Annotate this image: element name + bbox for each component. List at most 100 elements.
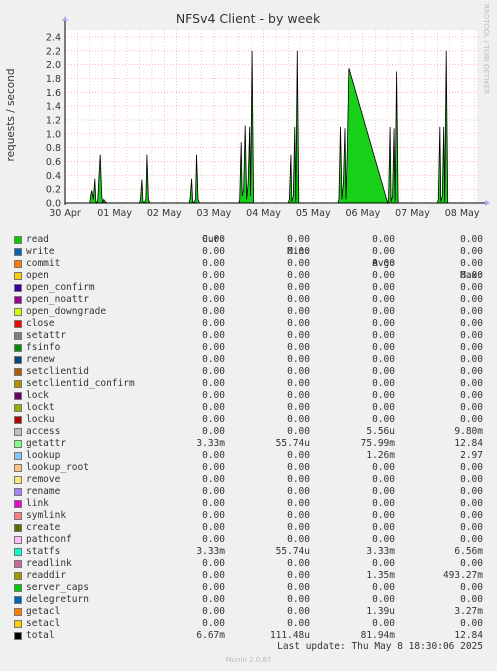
legend-swatch xyxy=(14,608,22,616)
legend-cur: 0.00 xyxy=(202,618,225,629)
legend-avg: 0.00 xyxy=(372,402,395,413)
legend-avg: 0.00 xyxy=(372,594,395,605)
legend-min: 0.00 xyxy=(287,342,310,353)
legend-max: 0.00 xyxy=(460,306,483,317)
rrdtool-credit: RRDTOOL / TOBI OETIKER xyxy=(482,4,490,94)
legend-max: 0.00 xyxy=(460,390,483,401)
legend-cur: 0.00 xyxy=(202,282,225,293)
legend-swatch xyxy=(14,476,22,484)
legend-row-lookup_root: lookup_root 0.00 0.00 0.00 0.00 xyxy=(0,462,497,474)
legend-avg: 0.00 xyxy=(372,498,395,509)
legend-label: lockt xyxy=(26,402,55,413)
legend-swatch xyxy=(14,272,22,280)
legend-swatch xyxy=(14,428,22,436)
legend-swatch xyxy=(14,344,22,352)
legend-max: 0.00 xyxy=(460,522,483,533)
legend-min: 0.00 xyxy=(287,414,310,425)
legend-cur: 0.00 xyxy=(202,582,225,593)
x-tick-label: 07 May xyxy=(395,208,430,219)
legend-label: setclientid xyxy=(26,366,89,377)
legend-swatch xyxy=(14,584,22,592)
legend-swatch xyxy=(14,596,22,604)
legend-max: 0.00 xyxy=(460,234,483,245)
legend-label: open xyxy=(26,270,49,281)
legend-max: 0.00 xyxy=(460,294,483,305)
legend-row-delegreturn: delegreturn 0.00 0.00 0.00 0.00 xyxy=(0,594,497,606)
legend-min: 0.00 xyxy=(287,318,310,329)
legend-label: setclientid_confirm xyxy=(26,378,135,389)
legend-min: 55.74u xyxy=(275,546,310,557)
x-tick-label: 05 May xyxy=(296,208,331,219)
y-axis-label: requests / second xyxy=(5,68,17,161)
legend-cur: 0.00 xyxy=(202,354,225,365)
legend-cur: 0.00 xyxy=(202,258,225,269)
legend-min: 0.00 xyxy=(287,558,310,569)
legend-min: 0.00 xyxy=(287,474,310,485)
legend-avg: 0.00 xyxy=(372,462,395,473)
x-axis-arrow xyxy=(485,200,490,206)
legend-row-renew: renew 0.00 0.00 0.00 0.00 xyxy=(0,354,497,366)
legend-min: 0.00 xyxy=(287,390,310,401)
legend-label: access xyxy=(26,426,61,437)
chart-title: NFSv4 Client - by week xyxy=(176,11,321,26)
legend-avg: 0.00 xyxy=(372,522,395,533)
legend-avg: 0.00 xyxy=(372,330,395,341)
legend-row-statfs: statfs 3.33m 55.74u 3.33m 6.56m xyxy=(0,546,497,558)
legend-max: 0.00 xyxy=(460,282,483,293)
legend-min: 0.00 xyxy=(287,426,310,437)
legend-label: readdir xyxy=(26,570,67,581)
legend-max: 6.56m xyxy=(454,546,483,557)
legend-min: 0.00 xyxy=(287,234,310,245)
legend-row-lock: lock 0.00 0.00 0.00 0.00 xyxy=(0,390,497,402)
legend-max: 0.00 xyxy=(460,402,483,413)
legend-max: 0.00 xyxy=(460,354,483,365)
legend-max: 9.80m xyxy=(454,426,483,437)
y-ticks: 0.00.20.40.60.81.01.21.41.61.82.02.22.4 xyxy=(46,32,61,209)
legend-row-commit: commit 0.00 0.00 0.00 0.00 xyxy=(0,258,497,270)
legend-swatch xyxy=(14,500,22,508)
legend-cur: 0.00 xyxy=(202,390,225,401)
legend-avg: 0.00 xyxy=(372,510,395,521)
legend-cur: 0.00 xyxy=(202,522,225,533)
y-tick-label: 0.8 xyxy=(46,143,61,154)
legend-swatch xyxy=(14,332,22,340)
x-tick-label: 03 May xyxy=(197,208,232,219)
legend-max: 0.00 xyxy=(460,270,483,281)
legend-swatch xyxy=(14,620,22,628)
legend-avg: 1.26m xyxy=(366,450,395,461)
legend-avg: 0.00 xyxy=(372,234,395,245)
x-ticks: 30 Apr 01 May 02 May 03 May 04 May 05 May 06 M… xyxy=(49,208,480,219)
legend-label: getacl xyxy=(26,606,61,617)
legend-min: 0.00 xyxy=(287,522,310,533)
legend-label: open_noattr xyxy=(26,294,89,305)
legend-avg: 0.00 xyxy=(372,558,395,569)
legend-swatch xyxy=(14,248,22,256)
legend-cur: 0.00 xyxy=(202,330,225,341)
y-tick-label: 1.0 xyxy=(46,129,61,140)
legend-row-pathconf: pathconf 0.00 0.00 0.00 0.00 xyxy=(0,534,497,546)
legend-cur: 0.00 xyxy=(202,414,225,425)
legend-min: 0.00 xyxy=(287,402,310,413)
legend-swatch xyxy=(14,356,22,364)
legend-row-lookup: lookup 0.00 0.00 1.26m 2.97 xyxy=(0,450,497,462)
legend-avg: 0.00 xyxy=(372,390,395,401)
legend-max: 0.00 xyxy=(460,558,483,569)
legend-swatch xyxy=(14,236,22,244)
legend-label: commit xyxy=(26,258,61,269)
legend-row-remove: remove 0.00 0.00 0.00 0.00 xyxy=(0,474,497,486)
y-tick-label: 1.6 xyxy=(46,88,61,99)
legend-min: 0.00 xyxy=(287,462,310,473)
legend-label: create xyxy=(26,522,61,533)
legend-avg: 0.00 xyxy=(372,486,395,497)
legend-avg: 0.00 xyxy=(372,270,395,281)
legend-label: pathconf xyxy=(26,534,72,545)
y-tick-label: 2.4 xyxy=(46,32,61,43)
legend-header: Cur: Min: Avg: Max: xyxy=(0,222,497,281)
legend-swatch xyxy=(14,536,22,544)
legend-cur: 3.33m xyxy=(196,438,225,449)
legend-min: 0.00 xyxy=(287,498,310,509)
legend-row-locku: locku 0.00 0.00 0.00 0.00 xyxy=(0,414,497,426)
x-tick-label: 01 May xyxy=(97,208,132,219)
last-update: Last update: Thu May 8 18:30:06 2025 xyxy=(277,641,483,652)
legend-max: 0.00 xyxy=(460,594,483,605)
